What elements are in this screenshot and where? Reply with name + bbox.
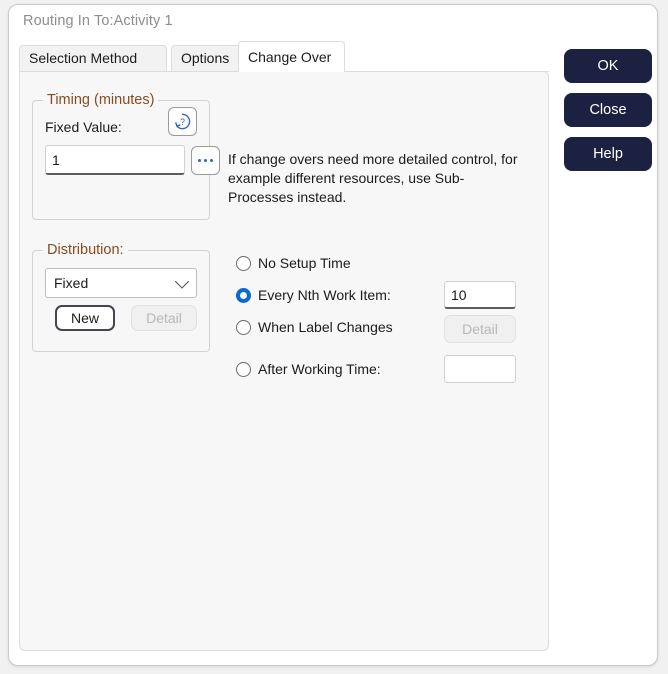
ellipsis-icon[interactable] (191, 146, 220, 175)
distribution-group: Distribution: Fixed New Detail (32, 242, 210, 352)
every-nth-value-input[interactable] (444, 281, 516, 309)
dialog-window: Routing In To:Activity 1 Selection Metho… (8, 4, 658, 666)
action-button-column: OK Close Help (564, 49, 652, 181)
radio-label-after-working-time: After Working Time: (258, 361, 381, 377)
radio-label-when-label-changes: When Label Changes (258, 319, 393, 335)
radio-mark-when-label-changes (236, 319, 251, 335)
ellipsis-dots (198, 159, 213, 162)
new-distribution-button[interactable]: New (55, 305, 115, 331)
radio-mark-after-working-time (236, 361, 251, 377)
tab-selection-method[interactable]: Selection Method (19, 45, 167, 71)
svg-text:?: ? (180, 117, 185, 127)
radio-when-label-changes[interactable]: When Label Changes (236, 316, 393, 338)
timing-group: Timing (minutes) Fixed Value: ? (32, 92, 220, 220)
distribution-group-title: Distribution: (43, 242, 128, 258)
change-over-tab-panel: Timing (minutes) Fixed Value: ? Distribu… (19, 71, 549, 651)
tab-strip-filler (345, 45, 549, 72)
radio-mark-every-nth-work-item (236, 287, 251, 303)
radio-label-no-setup-time: No Setup Time (258, 255, 351, 271)
fixed-value-label: Fixed Value: (45, 119, 122, 135)
radio-no-setup-time[interactable]: No Setup Time (236, 252, 351, 274)
tab-strip: Selection Method Options Change Over (19, 41, 549, 72)
after-working-time-input[interactable] (444, 355, 516, 383)
radio-mark-no-setup-time (236, 255, 251, 271)
chevron-down-icon (174, 274, 190, 289)
close-button[interactable]: Close (564, 93, 652, 127)
timing-group-title: Timing (minutes) (43, 92, 159, 108)
radio-every-nth-work-item[interactable]: Every Nth Work Item: (236, 284, 391, 306)
fixed-value-input[interactable] (45, 145, 185, 175)
radio-after-working-time[interactable]: After Working Time: (236, 358, 381, 380)
distribution-select[interactable]: Fixed (45, 268, 197, 298)
distribution-select-value: Fixed (54, 275, 89, 291)
help-button[interactable]: Help (564, 137, 652, 171)
help-circle-icon[interactable]: ? (168, 107, 197, 136)
window-title: Routing In To:Activity 1 (23, 13, 173, 29)
info-text: If change overs need more detailed contr… (228, 151, 518, 205)
tab-options[interactable]: Options (171, 45, 244, 71)
radio-label-every-nth-work-item: Every Nth Work Item: (258, 287, 391, 303)
detail-distribution-button: Detail (131, 305, 197, 331)
title-bar: Routing In To:Activity 1 (9, 5, 657, 39)
ok-button[interactable]: OK (564, 49, 652, 83)
tab-change-over[interactable]: Change Over (238, 41, 345, 72)
detail-label-changes-button: Detail (444, 315, 516, 343)
